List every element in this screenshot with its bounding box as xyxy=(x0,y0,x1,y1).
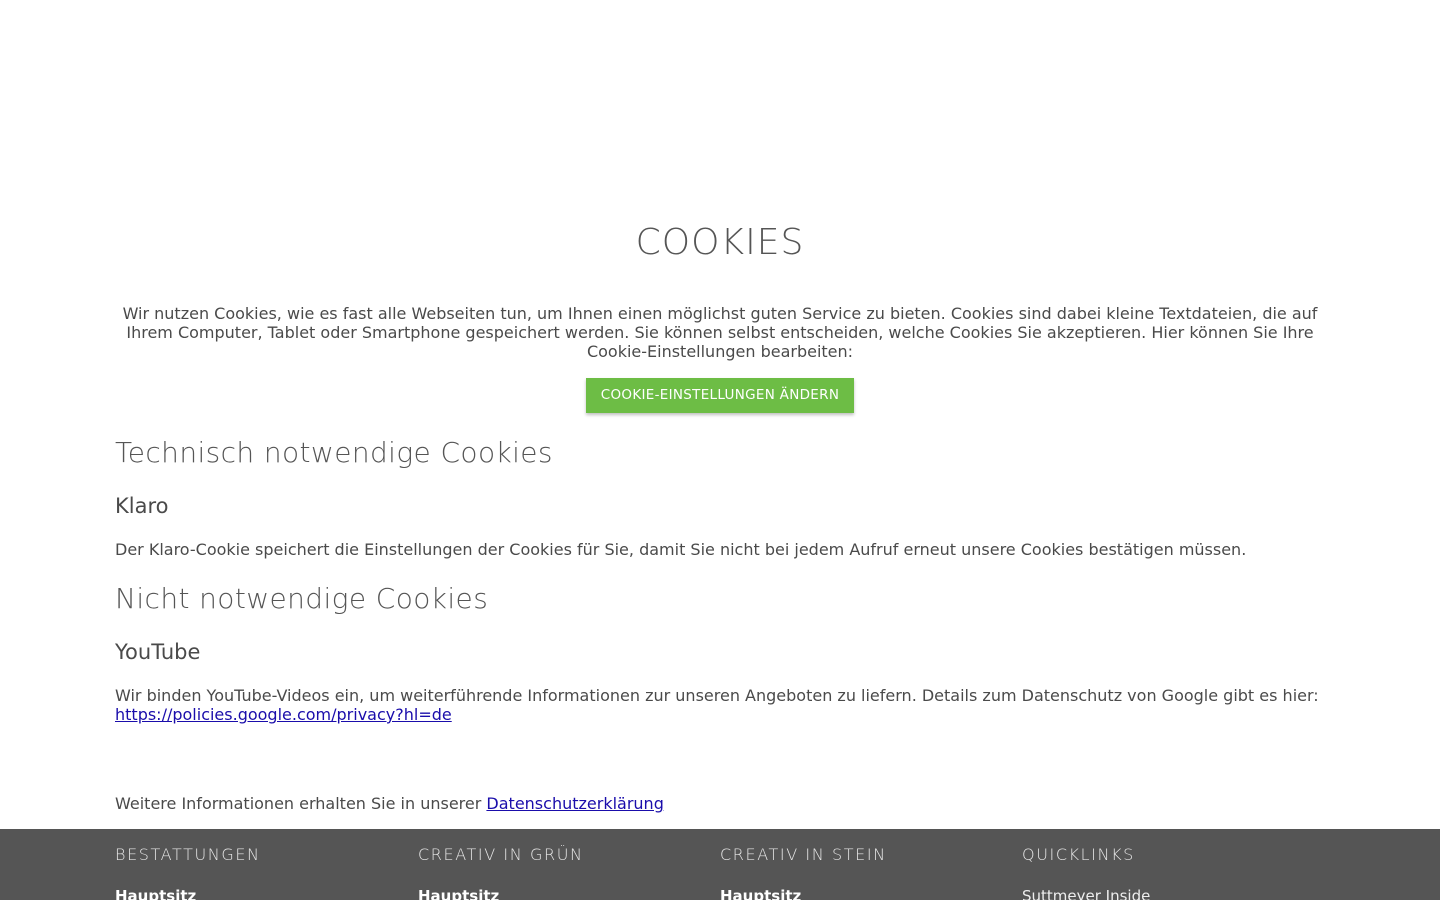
subheading-klaro: Klaro xyxy=(115,494,169,518)
footer-item: Hauptsitz xyxy=(418,887,500,900)
cookie-settings-button[interactable]: COOKIE-EINSTELLUNGEN ÄNDERN xyxy=(585,378,855,413)
settings-button-wrapper: COOKIE-EINSTELLUNGEN ÄNDERN xyxy=(0,378,1440,413)
footer-link-suttmeyer-inside[interactable]: Suttmeyer Inside xyxy=(1022,887,1150,900)
footer-item: Hauptsitz xyxy=(115,887,197,900)
cookie-intro-text: Wir nutzen Cookies, wie es fast alle Web… xyxy=(122,304,1318,361)
klaro-description: Der Klaro-Cookie speichert die Einstellu… xyxy=(115,540,1247,559)
youtube-description-text: Wir binden YouTube-Videos ein, um weiter… xyxy=(115,686,1319,705)
footer-item: Hauptsitz xyxy=(720,887,802,900)
subheading-youtube: YouTube xyxy=(115,640,201,664)
footer: BESTATTUNGEN Hauptsitz CREATIV IN GRÜN H… xyxy=(0,829,1440,900)
privacy-policy-link[interactable]: Datenschutzerklärung xyxy=(486,794,663,813)
footer-heading: CREATIV IN STEIN xyxy=(720,845,887,864)
footer-heading: CREATIV IN GRÜN xyxy=(418,845,584,864)
cookie-page: COOKIES Wir nutzen Cookies, wie es fast … xyxy=(0,0,1440,900)
footer-heading: BESTATTUNGEN xyxy=(115,845,261,864)
footer-heading: QUICKLINKS xyxy=(1022,845,1135,864)
page-title: COOKIES xyxy=(635,222,805,263)
section-heading-non-essential: Nicht notwendige Cookies xyxy=(115,582,489,615)
google-privacy-link[interactable]: https://policies.google.com/privacy?hl=d… xyxy=(115,705,452,724)
section-heading-technical: Technisch notwendige Cookies xyxy=(115,436,553,469)
more-info-line: Weitere Informationen erhalten Sie in un… xyxy=(115,794,1330,813)
more-info-text: Weitere Informationen erhalten Sie in un… xyxy=(115,794,482,813)
youtube-description: Wir binden YouTube-Videos ein, um weiter… xyxy=(115,686,1330,724)
